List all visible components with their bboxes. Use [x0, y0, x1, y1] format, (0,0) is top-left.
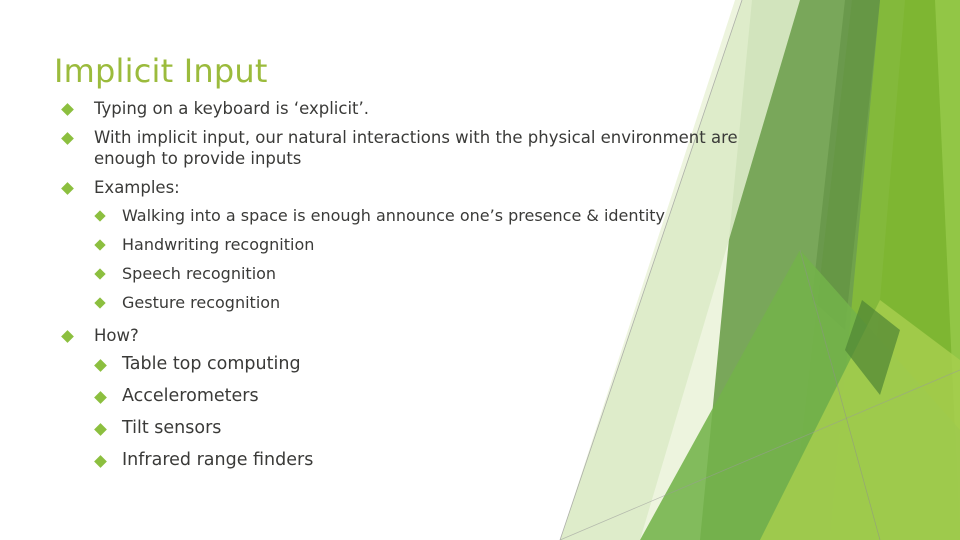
sub-bullet-item: Infrared range finders — [54, 450, 754, 471]
bullet-text: Typing on a keyboard is ‘explicit’. — [94, 99, 369, 118]
decor-shape-mid-green — [790, 0, 960, 540]
sub-bullet-item: Gesture recognition — [54, 293, 754, 313]
bullet-text: Examples: — [94, 178, 180, 197]
diamond-bullet-icon — [94, 455, 107, 468]
decor-line-diagonal — [799, 249, 881, 540]
bullet-text: How? — [94, 326, 139, 345]
sub-bullet-text: Accelerometers — [122, 386, 259, 406]
diamond-bullet-icon — [94, 423, 107, 436]
diamond-bullet-icon — [94, 391, 107, 404]
bullet-item: Typing on a keyboard is ‘explicit’. — [54, 98, 754, 119]
sub-bullet-item: Tilt sensors — [54, 418, 754, 439]
decor-shape-lower-bright — [760, 300, 960, 540]
diamond-bullet-icon — [94, 239, 106, 251]
sub-bullet-text: Gesture recognition — [122, 293, 281, 312]
diamond-bullet-icon — [94, 359, 107, 372]
bullet-item: How? — [54, 325, 754, 346]
decor-shape-bright-right — [860, 0, 960, 540]
slide: Implicit Input Typing on a keyboard is ‘… — [0, 0, 960, 540]
sub-bullet-text: Tilt sensors — [122, 418, 222, 438]
decor-shape-deep-accent — [845, 300, 900, 395]
sub-bullet-text: Handwriting recognition — [122, 235, 315, 254]
sub-bullet-text: Table top computing — [122, 354, 301, 374]
slide-body: Typing on a keyboard is ‘explicit’. With… — [54, 98, 754, 482]
sub-bullet-text: Infrared range finders — [122, 450, 314, 470]
sub-bullet-item: Accelerometers — [54, 386, 754, 407]
sub-bullet-item: Speech recognition — [54, 264, 754, 284]
diamond-bullet-icon — [61, 132, 74, 145]
diamond-bullet-icon — [61, 103, 74, 116]
sub-bullet-item: Handwriting recognition — [54, 235, 754, 255]
diamond-bullet-icon — [94, 268, 106, 280]
bullet-text: With implicit input, our natural interac… — [94, 128, 738, 168]
bullet-item: Examples: — [54, 177, 754, 198]
sub-bullet-text: Walking into a space is enough announce … — [122, 206, 665, 225]
decor-shape-dark-overlap — [812, 0, 880, 330]
sub-bullet-item: Walking into a space is enough announce … — [54, 206, 754, 226]
diamond-bullet-icon — [61, 330, 74, 343]
diamond-bullet-icon — [94, 297, 106, 309]
slide-title: Implicit Input — [54, 52, 268, 90]
diamond-bullet-icon — [61, 182, 74, 195]
bullet-item: With implicit input, our natural interac… — [54, 127, 754, 169]
sub-bullet-text: Speech recognition — [122, 264, 277, 283]
sub-bullet-item: Table top computing — [54, 354, 754, 375]
diamond-bullet-icon — [94, 210, 106, 222]
